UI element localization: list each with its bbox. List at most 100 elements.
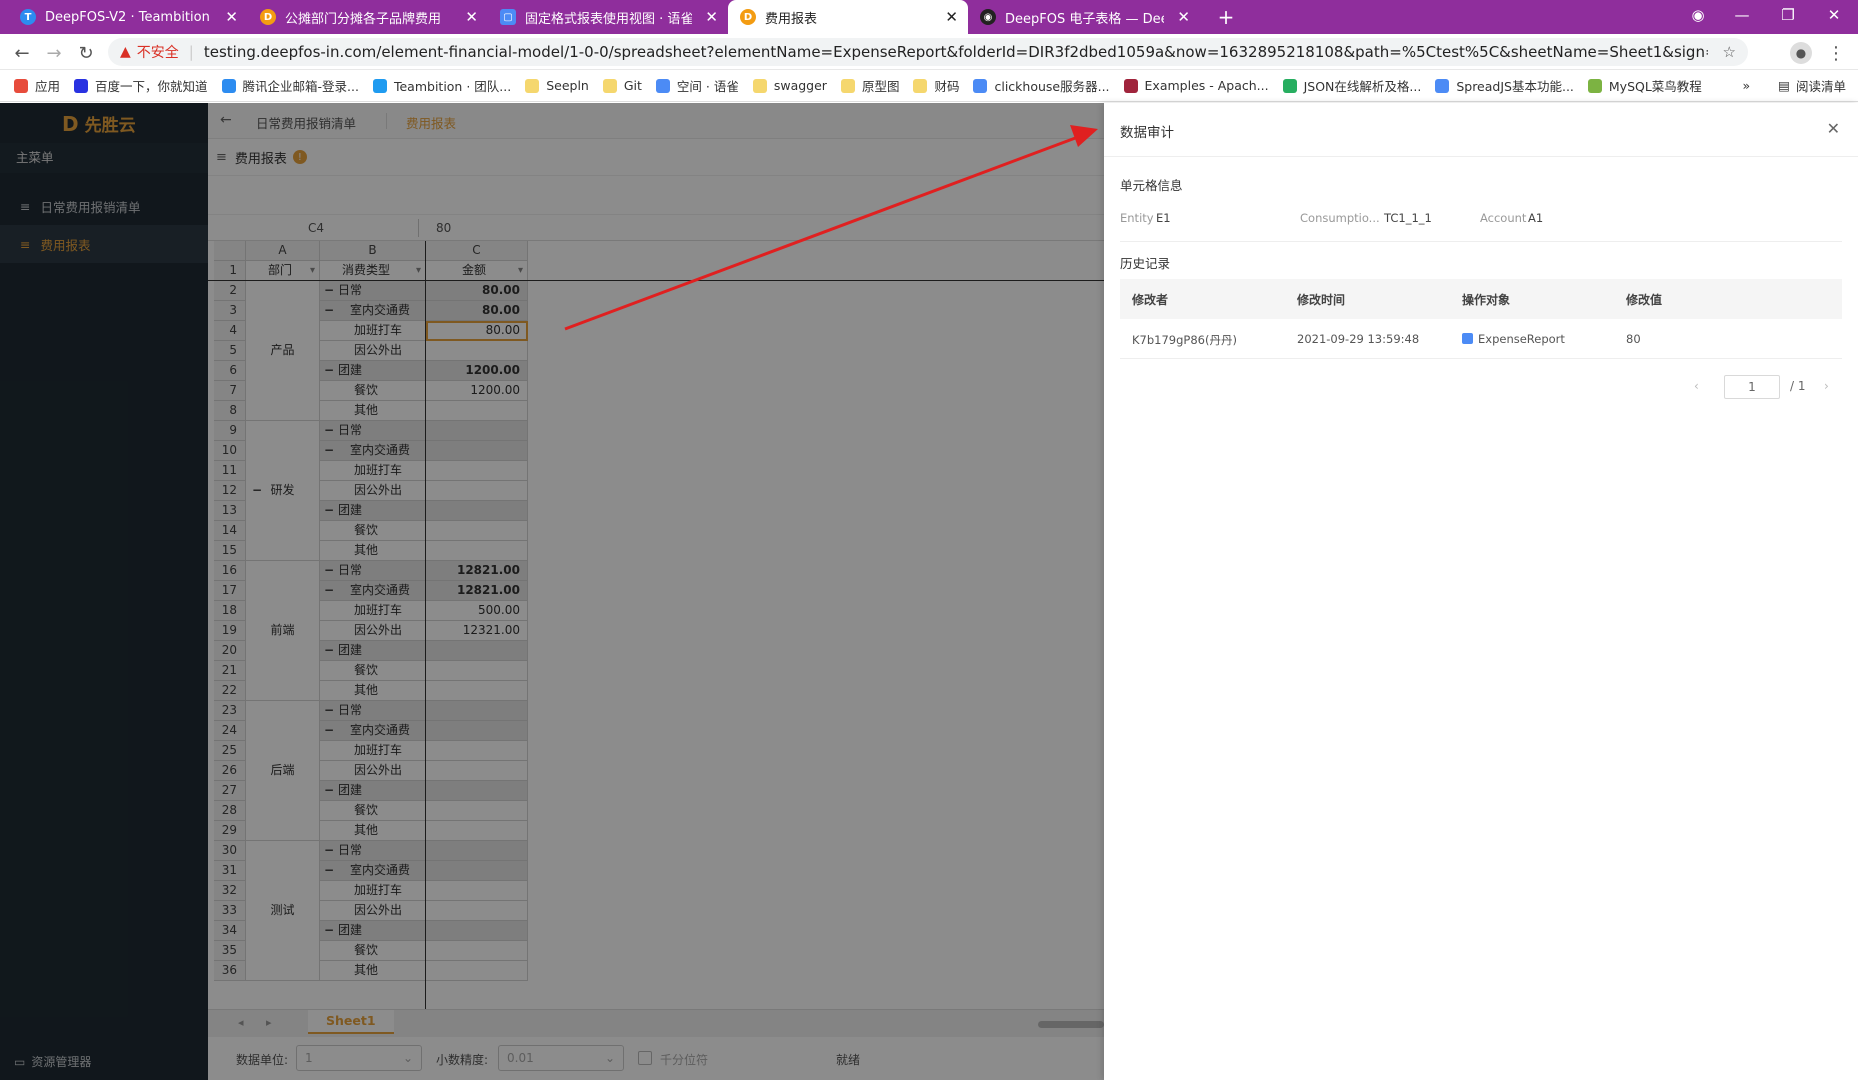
table-cell[interactable]: − 室内交通费 bbox=[320, 861, 426, 881]
collapse-icon[interactable]: − bbox=[250, 481, 264, 500]
row-header[interactable]: 23 bbox=[214, 701, 246, 721]
filter-icon[interactable]: ▾ bbox=[416, 261, 421, 280]
row-header[interactable]: 21 bbox=[214, 661, 246, 681]
amount-cell[interactable] bbox=[426, 461, 528, 481]
amount-cell[interactable] bbox=[426, 541, 528, 561]
row-header[interactable]: 28 bbox=[214, 801, 246, 821]
table-cell[interactable]: − 团建 bbox=[320, 921, 426, 941]
row-header[interactable]: 7 bbox=[214, 381, 246, 401]
row-header[interactable]: 24 bbox=[214, 721, 246, 741]
next-sheet-icon[interactable]: ▸ bbox=[266, 1016, 272, 1029]
table-cell[interactable]: 其他 bbox=[320, 681, 426, 701]
amount-cell[interactable] bbox=[426, 661, 528, 681]
amount-cell[interactable] bbox=[426, 881, 528, 901]
row-header[interactable]: 4 bbox=[214, 321, 246, 341]
row-header[interactable]: 33 bbox=[214, 901, 246, 921]
collapse-icon[interactable]: − bbox=[322, 781, 336, 800]
browser-tab-3[interactable]: ▢ 固定格式报表使用视图 · 语雀 ✕ bbox=[488, 0, 728, 34]
row-header[interactable]: 36 bbox=[214, 961, 246, 981]
column-header-b[interactable]: B bbox=[320, 241, 426, 261]
forward-arrow-icon[interactable]: → bbox=[42, 41, 66, 65]
cell-reference[interactable]: C4 bbox=[308, 221, 324, 235]
amount-cell[interactable] bbox=[426, 481, 528, 501]
row-header[interactable]: 15 bbox=[214, 541, 246, 561]
amount-cell[interactable] bbox=[426, 941, 528, 961]
next-page-icon[interactable]: › bbox=[1824, 379, 1829, 393]
department-cell[interactable]: 测试 bbox=[246, 841, 320, 981]
bookmark-item[interactable]: Git bbox=[602, 78, 642, 93]
row-header[interactable]: 31 bbox=[214, 861, 246, 881]
prev-page-icon[interactable]: ‹ bbox=[1694, 379, 1699, 393]
bookmark-item[interactable]: 原型图 bbox=[840, 76, 899, 95]
department-cell[interactable]: 前端 bbox=[246, 561, 320, 701]
bookmark-item[interactable]: SpreadJS基本功能... bbox=[1435, 76, 1574, 95]
panel-close-icon[interactable]: ✕ bbox=[1827, 119, 1840, 138]
department-cell[interactable]: − 研发 bbox=[246, 421, 320, 561]
row-header[interactable]: 8 bbox=[214, 401, 246, 421]
table-cell[interactable]: − 室内交通费 bbox=[320, 721, 426, 741]
window-close-icon[interactable]: ✕ bbox=[1812, 0, 1856, 30]
collapse-icon[interactable]: − bbox=[322, 861, 336, 880]
row-header[interactable]: 3 bbox=[214, 301, 246, 321]
table-cell[interactable]: 因公外出 bbox=[320, 761, 426, 781]
row-header[interactable]: 11 bbox=[214, 461, 246, 481]
table-cell[interactable]: − 日常 bbox=[320, 281, 426, 301]
sheet-tab-sheet1[interactable]: Sheet1 bbox=[308, 1010, 394, 1034]
table-cell[interactable]: − 日常 bbox=[320, 701, 426, 721]
collapse-icon[interactable]: − bbox=[322, 361, 336, 380]
column-header-c[interactable]: C bbox=[426, 241, 528, 261]
back-arrow-icon[interactable]: ← bbox=[220, 112, 232, 128]
table-cell[interactable]: 餐饮 bbox=[320, 941, 426, 961]
table-cell[interactable]: 餐饮 bbox=[320, 381, 426, 401]
menu-kebab-icon[interactable]: ⋮ bbox=[1824, 41, 1848, 65]
collapse-icon[interactable]: − bbox=[322, 581, 336, 600]
table-cell[interactable]: − 团建 bbox=[320, 641, 426, 661]
table-cell[interactable]: − 室内交通费 bbox=[320, 301, 426, 321]
row-header[interactable]: 13 bbox=[214, 501, 246, 521]
table-cell[interactable]: 其他 bbox=[320, 821, 426, 841]
reload-icon[interactable]: ↻ bbox=[74, 41, 98, 65]
browser-tab-4[interactable]: D 费用报表 ✕ bbox=[728, 0, 968, 34]
amount-cell[interactable]: 1200.00 bbox=[426, 381, 528, 401]
collapse-icon[interactable]: − bbox=[322, 421, 336, 440]
bookmark-item[interactable]: Examples - Apach... bbox=[1123, 78, 1269, 93]
bookmark-item[interactable]: clickhouse服务器... bbox=[973, 76, 1110, 95]
info-icon[interactable]: ! bbox=[292, 150, 307, 164]
amount-cell[interactable] bbox=[426, 801, 528, 821]
filter-icon[interactable]: ▾ bbox=[518, 261, 523, 280]
amount-cell[interactable] bbox=[426, 521, 528, 541]
table-cell[interactable]: 加班打车 bbox=[320, 741, 426, 761]
row-header[interactable]: 9 bbox=[214, 421, 246, 441]
tab-expense-report[interactable]: 费用报表 bbox=[406, 113, 456, 132]
row-header[interactable]: 29 bbox=[214, 821, 246, 841]
table-cell[interactable]: − 团建 bbox=[320, 781, 426, 801]
column-header-a[interactable]: A bbox=[246, 241, 320, 261]
bookmark-item[interactable]: 应用 bbox=[14, 76, 60, 95]
table-cell[interactable]: 因公外出 bbox=[320, 901, 426, 921]
table-cell[interactable]: − 室内交通费 bbox=[320, 581, 426, 601]
bookmark-item[interactable]: Seepln bbox=[525, 78, 589, 93]
table-cell[interactable]: − 日常 bbox=[320, 841, 426, 861]
header-cell[interactable]: 金额 ▾ bbox=[426, 261, 528, 281]
bookmark-item[interactable]: 空间 · 语雀 bbox=[655, 76, 739, 95]
amount-cell[interactable]: 80.00 bbox=[426, 301, 528, 321]
collapse-icon[interactable]: − bbox=[322, 441, 336, 460]
close-icon[interactable]: ✕ bbox=[225, 9, 238, 25]
amount-cell[interactable]: 1200.00 bbox=[426, 361, 528, 381]
row-header[interactable]: 26 bbox=[214, 761, 246, 781]
table-cell[interactable]: 其他 bbox=[320, 401, 426, 421]
amount-cell[interactable] bbox=[426, 821, 528, 841]
row-header[interactable]: 22 bbox=[214, 681, 246, 701]
star-icon[interactable]: ☆ bbox=[1723, 43, 1736, 61]
more-bookmarks-icon[interactable]: » bbox=[1743, 78, 1751, 93]
row-header[interactable]: 34 bbox=[214, 921, 246, 941]
table-cell[interactable]: − 室内交通费 bbox=[320, 441, 426, 461]
browser-tab-1[interactable]: T DeepFOS-V2 · Teambition ✕ bbox=[8, 0, 248, 34]
amount-cell[interactable] bbox=[426, 501, 528, 521]
amount-cell[interactable]: 500.00 bbox=[426, 601, 528, 621]
restore-icon[interactable]: ❐ bbox=[1766, 0, 1810, 30]
amount-cell[interactable] bbox=[426, 341, 528, 361]
address-bar[interactable]: ▲ 不安全 | testing.deepfos-in.com/element-f… bbox=[108, 38, 1748, 66]
resource-manager-link[interactable]: ▭ 资源管理器 bbox=[14, 1053, 91, 1070]
amount-cell[interactable]: 12821.00 bbox=[426, 581, 528, 601]
